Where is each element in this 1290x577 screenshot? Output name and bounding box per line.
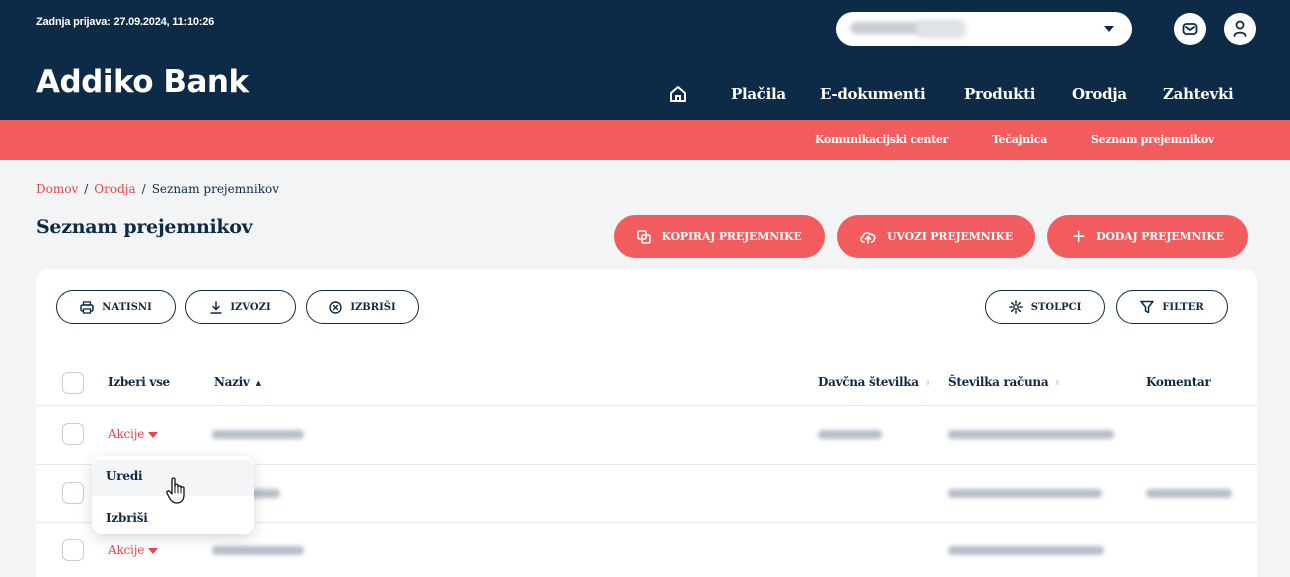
columns-button[interactable]: STOLPCI [985, 290, 1105, 324]
caret-down-icon [148, 431, 159, 438]
copy-recipients-label: KOPIRAJ PREJEMNIKE [661, 230, 802, 243]
redacted-account-number [948, 546, 1104, 555]
row-checkbox[interactable] [62, 482, 84, 504]
column-naziv-label: Naziv [214, 375, 250, 389]
download-icon [210, 300, 223, 314]
plus-icon: + [1071, 226, 1087, 247]
nav-placila[interactable]: Plačila [731, 85, 786, 109]
sort-icon: ⇕ [1054, 378, 1060, 387]
filter-button[interactable]: FILTER [1116, 290, 1228, 324]
messages-button[interactable] [1174, 13, 1206, 45]
nav-orodja[interactable]: Orodja [1072, 85, 1127, 109]
delete-label: IZBRIŠI [350, 301, 396, 313]
account-number-redacted [916, 20, 966, 38]
nav-produkti[interactable]: Produkti [964, 85, 1036, 109]
redacted-account-number [948, 489, 1102, 498]
column-naziv[interactable]: Naziv ▲ [214, 375, 261, 389]
select-all-checkbox[interactable] [62, 372, 84, 394]
breadcrumb-parent[interactable]: Orodja [94, 182, 135, 196]
row-checkbox[interactable] [62, 539, 84, 561]
redacted-name [212, 430, 304, 439]
caret-down-icon [1104, 26, 1114, 32]
profile-button[interactable] [1224, 13, 1256, 45]
select-all-label: Izberi vse [108, 375, 170, 389]
column-komentar: Komentar [1146, 375, 1211, 389]
sort-icon: ⇕ [924, 378, 931, 387]
mail-icon [1182, 23, 1198, 35]
row-actions-label: Akcije [108, 543, 145, 557]
menu-item-edit[interactable]: Uredi [106, 469, 143, 483]
import-recipients-button[interactable]: UVOZI PREJEMNIKE [837, 215, 1035, 258]
subnav-seznam-prejemnikov[interactable]: Seznam prejemnikov [1091, 133, 1214, 146]
row-actions-label: Akcije [108, 427, 145, 441]
row-actions-toggle[interactable]: Akcije [108, 543, 159, 557]
nav-zahtevki[interactable]: Zahtevki [1163, 85, 1234, 109]
copy-recipients-button[interactable]: KOPIRAJ PREJEMNIKE [614, 215, 825, 258]
breadcrumb-current: Seznam prejemnikov [151, 182, 279, 196]
export-button[interactable]: IZVOZI [185, 290, 296, 324]
addiko-logo[interactable]: Addiko Bank [36, 64, 249, 100]
hand-cursor-icon [166, 477, 185, 504]
import-recipients-label: UVOZI PREJEMNIKE [886, 230, 1014, 243]
caret-down-icon [148, 547, 159, 554]
column-davcna-stevilka[interactable]: Davčna številka ⇕ [818, 375, 931, 389]
row-actions-toggle[interactable]: Akcije [108, 427, 159, 441]
subnav-komunikacijski-center[interactable]: Komunikacijski center [815, 133, 948, 146]
cloud-upload-icon [860, 231, 876, 244]
sort-asc-icon: ▲ [255, 378, 261, 387]
copy-icon [637, 229, 652, 244]
row-checkbox[interactable] [62, 423, 84, 445]
sub-navigation: Komunikacijski center Tečajnica Seznam p… [0, 120, 1290, 160]
columns-label: STOLPCI [1030, 301, 1082, 313]
column-davcna-label: Davčna številka [818, 375, 919, 389]
page-title: Seznam prejemnikov [36, 216, 253, 238]
add-recipients-button[interactable]: + DODAJ PREJEMNIKE [1047, 215, 1248, 258]
menu-item-delete[interactable]: Izbriši [106, 511, 148, 525]
filter-label: FILTER [1162, 301, 1204, 313]
last-login-text: Zadnja prijava: 27.09.2024, 11:10:26 [36, 16, 215, 28]
nav-e-dokumenti[interactable]: E-dokumenti [820, 85, 926, 109]
printer-icon [80, 300, 94, 314]
delete-button[interactable]: IZBRIŠI [306, 290, 419, 324]
column-stevilka-racuna[interactable]: Številka računa ⇕ [948, 375, 1060, 389]
filter-icon [1140, 300, 1155, 314]
user-icon [1233, 20, 1247, 37]
subnav-tecajnica[interactable]: Tečajnica [992, 133, 1047, 146]
print-label: NATISNI [102, 301, 152, 313]
close-circle-icon [329, 300, 343, 314]
redacted-comment [1146, 489, 1232, 498]
home-icon[interactable] [668, 84, 688, 104]
add-recipients-label: DODAJ PREJEMNIKE [1096, 230, 1224, 243]
redacted-account-number [948, 430, 1114, 439]
redacted-tax-number [818, 430, 882, 439]
breadcrumb-separator: / [141, 182, 146, 196]
print-button[interactable]: NATISNI [56, 290, 176, 324]
account-select[interactable] [836, 12, 1132, 46]
breadcrumb-separator: / [84, 182, 89, 196]
breadcrumb: Domov / Orodja / Seznam prejemnikov [36, 182, 279, 196]
gear-icon [1008, 300, 1023, 314]
column-racun-label: Številka računa [948, 375, 1049, 389]
breadcrumb-home[interactable]: Domov [36, 182, 78, 196]
redacted-name [212, 546, 304, 555]
export-label: IZVOZI [230, 301, 271, 313]
row-divider [36, 405, 1257, 406]
